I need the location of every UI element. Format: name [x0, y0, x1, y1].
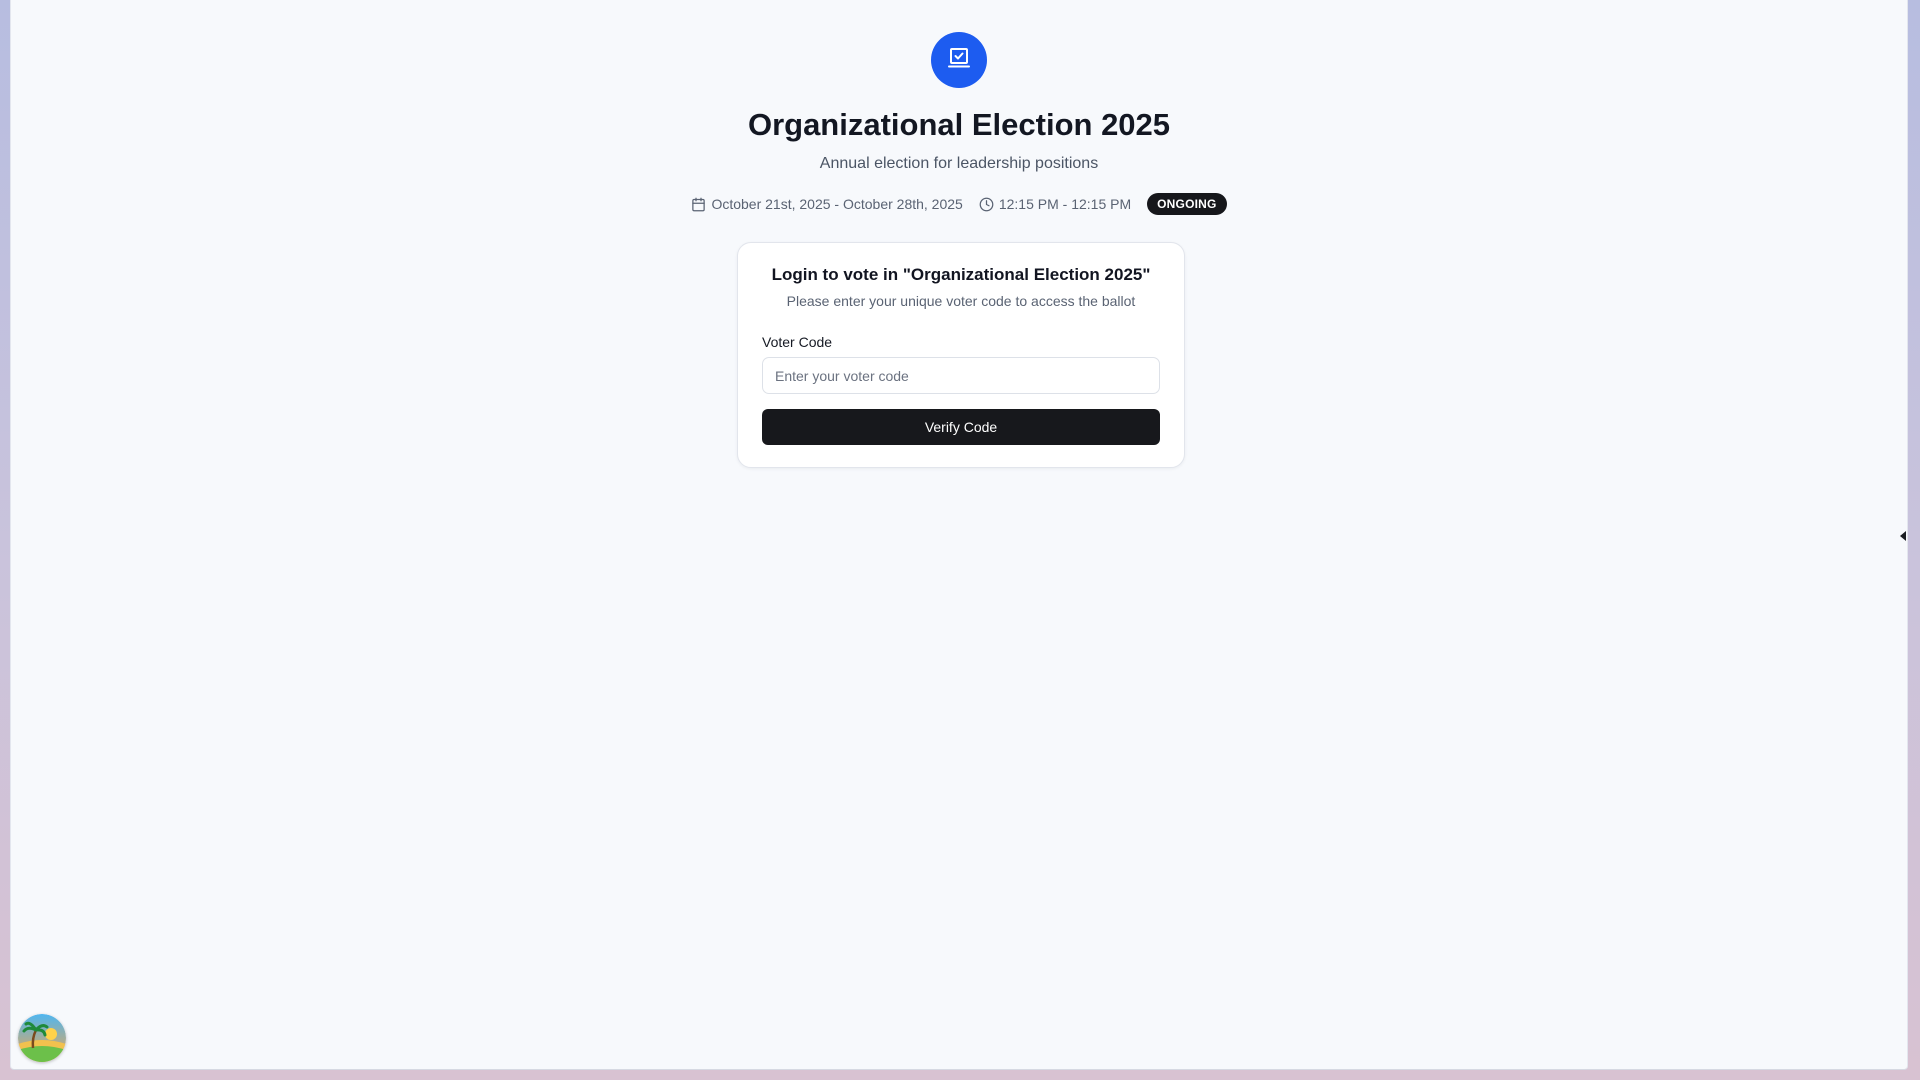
election-meta: October 21st, 2025 - October 28th, 2025 …: [11, 193, 1907, 216]
date-range: October 21st, 2025 - October 28th, 2025: [691, 196, 963, 213]
login-title: Login to vote in "Organizational Electio…: [771, 265, 1151, 284]
clock-icon: [979, 197, 994, 212]
login-card: Login to vote in "Organizational Electio…: [737, 242, 1185, 468]
vote-laptop-check-icon: [947, 46, 971, 75]
time-range: 12:15 PM - 12:15 PM: [979, 196, 1131, 212]
calendar-icon: [691, 197, 706, 212]
side-panel-toggle[interactable]: [1899, 530, 1907, 542]
verify-code-button[interactable]: Verify Code: [762, 409, 1160, 445]
election-header: Organizational Election 2025 Annual elec…: [11, 32, 1907, 216]
date-range-text: October 21st, 2025 - October 28th, 2025: [711, 196, 963, 213]
page-title: Organizational Election 2025: [747, 107, 1171, 142]
election-logo: [931, 32, 987, 88]
voter-code-input[interactable]: [762, 357, 1160, 394]
login-subtitle: Please enter your unique voter code to a…: [786, 293, 1136, 309]
time-range-text: 12:15 PM - 12:15 PM: [998, 196, 1132, 213]
caret-left-icon: [1900, 531, 1906, 541]
status-badge: ONGOING: [1147, 193, 1227, 216]
voter-code-label: Voter Code: [762, 334, 833, 350]
app-window: Organizational Election 2025 Annual elec…: [10, 0, 1908, 1070]
beach-avatar-icon[interactable]: [18, 1014, 66, 1062]
election-description: Annual election for leadership positions: [819, 155, 1099, 173]
